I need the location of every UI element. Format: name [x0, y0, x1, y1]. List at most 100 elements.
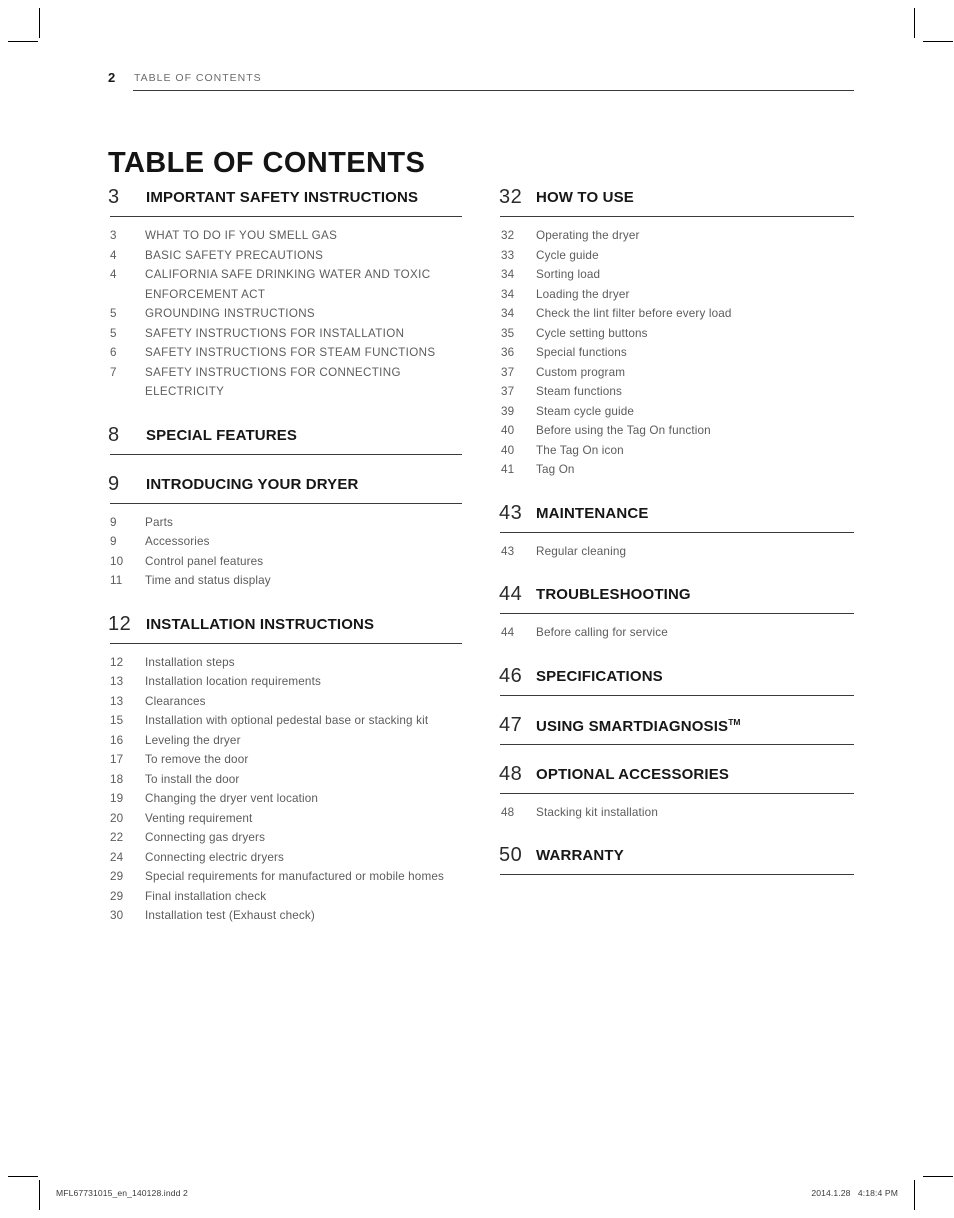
toc-section-divider [110, 642, 462, 644]
toc-entry-label: Custom program [536, 365, 626, 379]
toc-entry[interactable]: 34 Sorting load [499, 265, 854, 285]
toc-section-heading[interactable]: 12 INSTALLATION INSTRUCTIONS [108, 613, 462, 639]
toc-entry-page-number: 4 [110, 268, 117, 281]
toc-entry-page-number: 11 [110, 574, 123, 587]
toc-entry-label: CALIFORNIA SAFE DRINKING WATER AND TOXIC… [145, 268, 431, 301]
toc-entry[interactable]: 15 Installation with optional pedestal ba… [108, 711, 462, 731]
toc-entry[interactable]: 22 Connecting gas dryers [108, 828, 462, 848]
toc-entry[interactable]: 37 Custom program [499, 363, 854, 383]
toc-entry[interactable]: 13 Clearances [108, 692, 462, 712]
toc-entry[interactable]: 19 Changing the dryer vent location [108, 789, 462, 809]
toc-entry[interactable]: 11 Time and status display [108, 571, 462, 591]
toc-entry-page-number: 34 [501, 268, 515, 281]
toc-section-heading[interactable]: 46 SPECIFICATIONS [499, 665, 854, 691]
toc-entry-page-number: 3 [110, 229, 117, 242]
toc-entry[interactable]: 35 Cycle setting buttons [499, 324, 854, 344]
toc-entry[interactable]: 9 Accessories [108, 532, 462, 552]
toc-entry[interactable]: 43 Regular cleaning [499, 542, 854, 562]
toc-entry-label: Venting requirement [145, 811, 253, 825]
toc-entry-label: To remove the door [145, 753, 249, 766]
crop-mark-icon [914, 8, 915, 38]
toc-entry[interactable]: 29 Special requirements for manufactured … [108, 867, 462, 887]
toc-section-label-text: SPECIAL FEATURES [146, 426, 298, 444]
toc-entry[interactable]: 40 Before using the Tag On function [499, 421, 854, 441]
toc-entry-label: Installation steps [145, 655, 235, 669]
toc-entry[interactable]: 29 Final installation check [108, 887, 462, 907]
toc-entry[interactable]: 39 Steam cycle guide [499, 402, 854, 422]
toc-section-label-text: TROUBLESHOOTING [536, 586, 691, 603]
toc-entry[interactable]: 12 Installation steps [108, 653, 462, 673]
toc-section-heading[interactable]: 9 INTRODUCING YOUR DRYER [108, 473, 462, 499]
toc-section-page-number: 46 [499, 664, 523, 687]
toc-entry-page-number: 37 [501, 385, 515, 398]
toc-entry-label: Before calling for service [536, 626, 668, 639]
toc-entry-label: To install the door [145, 772, 240, 786]
toc-entry[interactable]: 9 Parts [108, 513, 462, 533]
toc-entry-label: WHAT TO DO IF YOU SMELL GAS [145, 229, 338, 242]
toc-entry-label: Time and status display [145, 574, 271, 587]
toc-section-heading[interactable]: 44 TROUBLESHOOTING [499, 583, 854, 609]
toc-entry-list: 32 Operating the dryer 33 Cycle guide 34 Sort… [499, 226, 854, 480]
toc-entry[interactable]: 3 WHAT TO DO IF YOU SMELL GAS [108, 226, 462, 246]
toc-entry[interactable]: 13 Installation location requirements [108, 672, 462, 692]
crop-mark-icon [39, 1180, 40, 1210]
toc-section-label-text: HOW TO USE [536, 189, 634, 206]
toc-entry[interactable]: 20 Venting requirement [108, 809, 462, 829]
toc-entry[interactable]: 5 SAFETY INSTRUCTIONS FOR INSTALLATION [108, 324, 462, 344]
toc-section-label-text: SPECIFICATIONS [536, 667, 663, 685]
toc-entry-page-number: 5 [110, 326, 117, 340]
toc-entry[interactable]: 4 BASIC SAFETY PRECAUTIONS [108, 246, 462, 266]
toc-entry[interactable]: 48 Stacking kit installation [499, 803, 854, 823]
toc-section-heading[interactable]: 48 OPTIONAL ACCESSORIES [499, 763, 854, 789]
toc-entry[interactable]: 40 The Tag On icon [499, 441, 854, 461]
toc-entry[interactable]: 34 Check the lint filter before every loa… [499, 304, 854, 324]
toc-entry-list: 3 WHAT TO DO IF YOU SMELL GAS 4 BASIC SAFET… [108, 226, 462, 402]
toc-entry-label: Final installation check [145, 889, 267, 903]
toc-entry[interactable]: 33 Cycle guide [499, 246, 854, 266]
toc-section-page-number: 43 [499, 501, 523, 524]
toc-entry[interactable]: 18 To install the door [108, 770, 462, 790]
toc-entry-page-number: 34 [501, 307, 515, 320]
toc-entry-label: Before using the Tag On function [536, 424, 711, 437]
toc-entry[interactable]: 32 Operating the dryer [499, 226, 854, 246]
crop-mark-icon [8, 1176, 38, 1177]
toc-entry[interactable]: 4 CALIFORNIA SAFE DRINKING WATER AND TOXI… [108, 265, 462, 304]
toc-section-heading[interactable]: 8 SPECIAL FEATURES [108, 424, 462, 450]
toc-entry[interactable]: 7 SAFETY INSTRUCTIONS FOR CONNECTING ELEC… [108, 363, 462, 402]
toc-entry[interactable]: 41 Tag On [499, 460, 854, 480]
toc-entry[interactable]: 30 Installation test (Exhaust check) [108, 906, 462, 926]
toc-section: 3 IMPORTANT SAFETY INSTRUCTIONS 3 WHAT TO D… [108, 186, 462, 424]
toc-entry-page-number: 44 [501, 626, 515, 639]
toc-entry[interactable]: 37 Steam functions [499, 382, 854, 402]
toc-entry[interactable]: 36 Special functions [499, 343, 854, 363]
crop-mark-icon [8, 41, 38, 42]
toc-entry[interactable]: 16 Leveling the dryer [108, 731, 462, 751]
toc-section-heading[interactable]: 43 MAINTENANCE [499, 502, 854, 528]
toc-entry[interactable]: 5 GROUNDING INSTRUCTIONS [108, 304, 462, 324]
toc-section-heading[interactable]: 47 USING SMARTDIAGNOSISTM [499, 714, 854, 740]
toc-entry[interactable]: 10 Control panel features [108, 552, 462, 572]
toc-entry-page-number: 29 [110, 889, 124, 903]
toc-entry-page-number: 48 [501, 805, 515, 819]
toc-entry[interactable]: 6 SAFETY INSTRUCTIONS FOR STEAM FUNCTIONS [108, 343, 462, 363]
toc-entry-page-number: 43 [501, 544, 515, 558]
toc-section-divider [500, 792, 854, 794]
toc-entry[interactable]: 44 Before calling for service [499, 623, 854, 643]
toc-section-heading[interactable]: 32 HOW TO USE [499, 186, 854, 212]
toc-entry[interactable]: 17 To remove the door [108, 750, 462, 770]
toc-section-heading[interactable]: 3 IMPORTANT SAFETY INSTRUCTIONS [108, 186, 462, 212]
toc-entry[interactable]: 24 Connecting electric dryers [108, 848, 462, 868]
toc-entry-page-number: 15 [110, 714, 124, 727]
toc-entry-page-number: 13 [110, 694, 124, 708]
toc-section-heading[interactable]: 50 WARRANTY [499, 844, 854, 870]
header-divider [133, 90, 854, 91]
toc-entry[interactable]: 34 Loading the dryer [499, 285, 854, 305]
toc-entry-label: Tag On [536, 463, 575, 476]
toc-section-label-text: IMPORTANT SAFETY INSTRUCTIONS [146, 189, 419, 206]
toc-entry-label: Operating the dryer [536, 229, 640, 242]
